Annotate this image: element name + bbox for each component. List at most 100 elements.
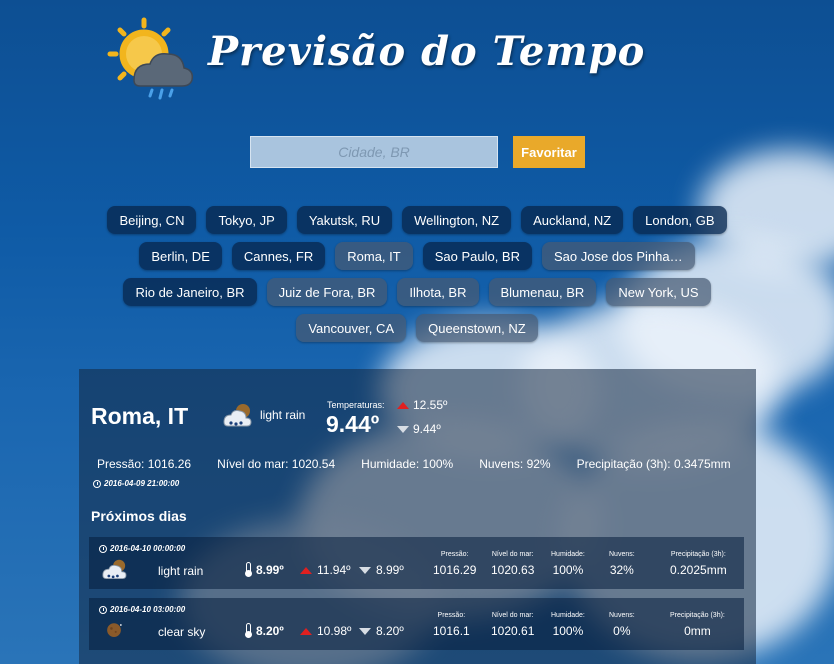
forecast-time-value: 2016-04-10 03:00:00: [110, 605, 186, 614]
forecast-title: Próximos dias: [91, 508, 187, 524]
city-chip[interactable]: Queenstown, NZ: [416, 314, 538, 342]
light-rain-icon: [223, 404, 252, 427]
forecast-temp: 8.20º: [256, 624, 284, 638]
humidity-value: 100%: [552, 563, 584, 577]
temperatures-label: Temperaturas:: [327, 400, 385, 410]
sea-level-label: Nível do mar:: [491, 551, 534, 558]
forecast-description: light rain: [158, 564, 204, 578]
pressure-label: Pressão:: [440, 551, 469, 558]
forecast-precipitation: Precipitação (3h): 0.2025mm: [670, 551, 727, 577]
forecast-precipitation: Precipitação (3h): 0mm: [670, 612, 725, 638]
pressure-label: Pressão:: [437, 612, 466, 619]
city-row: Vancouver, CA Queenstown, NZ: [100, 314, 734, 342]
precipitation-label: Precipitação (3h):: [670, 612, 725, 619]
city-chip[interactable]: Auckland, NZ: [521, 206, 624, 234]
forecast-max: 11.94º: [300, 563, 351, 577]
city-chip[interactable]: Sao Paulo, BR: [422, 242, 532, 270]
city-chip[interactable]: Rio de Janeiro, BR: [123, 278, 257, 306]
city-chip[interactable]: Berlin, DE: [139, 242, 222, 270]
app-title: Previsão do Tempo: [208, 28, 646, 75]
temp-min-value: 9.44º: [413, 422, 441, 436]
city-chip[interactable]: Vancouver, CA: [296, 314, 407, 342]
city-chip[interactable]: Roma, IT: [335, 242, 413, 270]
clouds-stat: Nuvens: 92%: [479, 457, 551, 471]
light-rain-icon: [102, 559, 127, 579]
humidity-label: Humidade:: [551, 551, 585, 558]
temp-max-value: 12.55º: [413, 398, 448, 412]
current-description: light rain: [260, 408, 306, 422]
forecast-time: 2016-04-10 00:00:00: [99, 544, 185, 553]
city-chip[interactable]: Cannes, FR: [231, 242, 326, 270]
humidity-value: 100%: [552, 624, 584, 638]
city-chip[interactable]: Wellington, NZ: [402, 206, 512, 234]
arrow-down-icon: [359, 627, 371, 635]
forecast-min-value: 8.99º: [376, 563, 404, 577]
pressure-value: 1016.29: [433, 563, 477, 577]
city-chip[interactable]: Ilhota, BR: [397, 278, 479, 306]
forecast-time-value: 2016-04-10 00:00:00: [110, 544, 186, 553]
city-row: Berlin, DE Cannes, FR Roma, IT Sao Paulo…: [100, 242, 734, 270]
city-chip[interactable]: Sao Jose dos Pinha…: [542, 242, 695, 270]
pressure-stat: Pressão: 1016.26: [97, 457, 192, 471]
pressure-value: 1016.1: [433, 624, 470, 638]
arrow-up-icon: [300, 566, 312, 574]
arrow-down-icon: [397, 425, 409, 433]
arrow-down-icon: [359, 566, 371, 574]
forecast-description: clear sky: [158, 625, 206, 639]
clouds-value: 0%: [613, 624, 631, 638]
forecast-pressure: Pressão: 1016.29: [433, 551, 476, 577]
city-chip[interactable]: Yakutsk, RU: [296, 206, 393, 234]
forecast-row: 2016-04-10 03:00:00 clear sky 8.20º 10.9…: [89, 598, 744, 650]
logo-weather-icon: [107, 17, 194, 100]
sea-level-value: 1020.63: [491, 563, 535, 577]
humidity-label: Humidade:: [551, 612, 585, 619]
forecast-clouds: Nuvens: 32%: [609, 551, 635, 577]
clock-icon: [99, 605, 107, 614]
forecast-max-value: 10.98º: [317, 624, 352, 638]
city-chip[interactable]: New York, US: [606, 278, 711, 306]
city-search-input[interactable]: [250, 136, 498, 168]
current-city: Roma, IT: [91, 403, 189, 429]
current-timestamp: 2016-04-09 21:00:00: [93, 479, 179, 488]
forecast-humidity: Humidade: 100%: [551, 551, 585, 577]
temp-max: 12.55º: [397, 398, 447, 412]
forecast-pressure: Pressão: 1016.1: [433, 612, 470, 638]
city-chip[interactable]: Blumenau, BR: [488, 278, 597, 306]
clear-sky-night-icon: [107, 623, 122, 637]
thermometer-icon: [245, 562, 252, 577]
arrow-up-icon: [300, 627, 312, 635]
precipitation-stat: Precipitação (3h): 0.3475mm: [576, 457, 731, 471]
current-temperature: 9.44º: [326, 411, 380, 437]
sea-level-value: 1020.61: [491, 624, 535, 638]
favorite-cities: Beijing, CN Tokyo, JP Yakutsk, RU Wellin…: [100, 206, 734, 350]
forecast-min-value: 8.20º: [376, 624, 404, 638]
sea-level-stat: Nível do mar: 1020.54: [217, 457, 336, 471]
precipitation-value: 0mm: [684, 624, 711, 638]
forecast-temp: 8.99º: [256, 563, 284, 577]
clock-icon: [93, 479, 101, 488]
current-stats: Pressão: 1016.26 Nível do mar: 1020.54 H…: [97, 457, 757, 471]
forecast-clouds: Nuvens: 0%: [609, 612, 635, 638]
forecast-humidity: Humidade: 100%: [551, 612, 585, 638]
humidity-stat: Humidade: 100%: [361, 457, 454, 471]
city-chip[interactable]: Juiz de Fora, BR: [266, 278, 388, 306]
city-chip[interactable]: Beijing, CN: [107, 206, 197, 234]
precipitation-value: 0.2025mm: [670, 563, 727, 577]
clouds-value: 32%: [609, 563, 634, 577]
sea-level-label: Nível do mar:: [491, 612, 534, 619]
forecast-time: 2016-04-10 03:00:00: [99, 605, 185, 614]
forecast-sea-level: Nível do mar: 1020.63: [491, 551, 534, 577]
forecast-min: 8.99º: [359, 563, 404, 577]
forecast-max-value: 11.94º: [317, 563, 351, 577]
city-row: Rio de Janeiro, BR Juiz de Fora, BR Ilho…: [100, 278, 734, 306]
thermometer-icon: [245, 623, 252, 638]
forecast-min: 8.20º: [359, 624, 404, 638]
city-chip[interactable]: London, GB: [633, 206, 727, 234]
weather-panel: Roma, IT light rain Temperaturas: 9.44º …: [79, 369, 756, 664]
forecast-row: 2016-04-10 00:00:00 light rain 8.99º 11.…: [89, 537, 744, 589]
temp-min: 9.44º: [397, 422, 441, 436]
city-chip[interactable]: Tokyo, JP: [206, 206, 287, 234]
forecast-max: 10.98º: [300, 624, 351, 638]
precipitation-label: Precipitação (3h):: [670, 551, 726, 558]
favorite-button[interactable]: Favoritar: [513, 136, 585, 168]
